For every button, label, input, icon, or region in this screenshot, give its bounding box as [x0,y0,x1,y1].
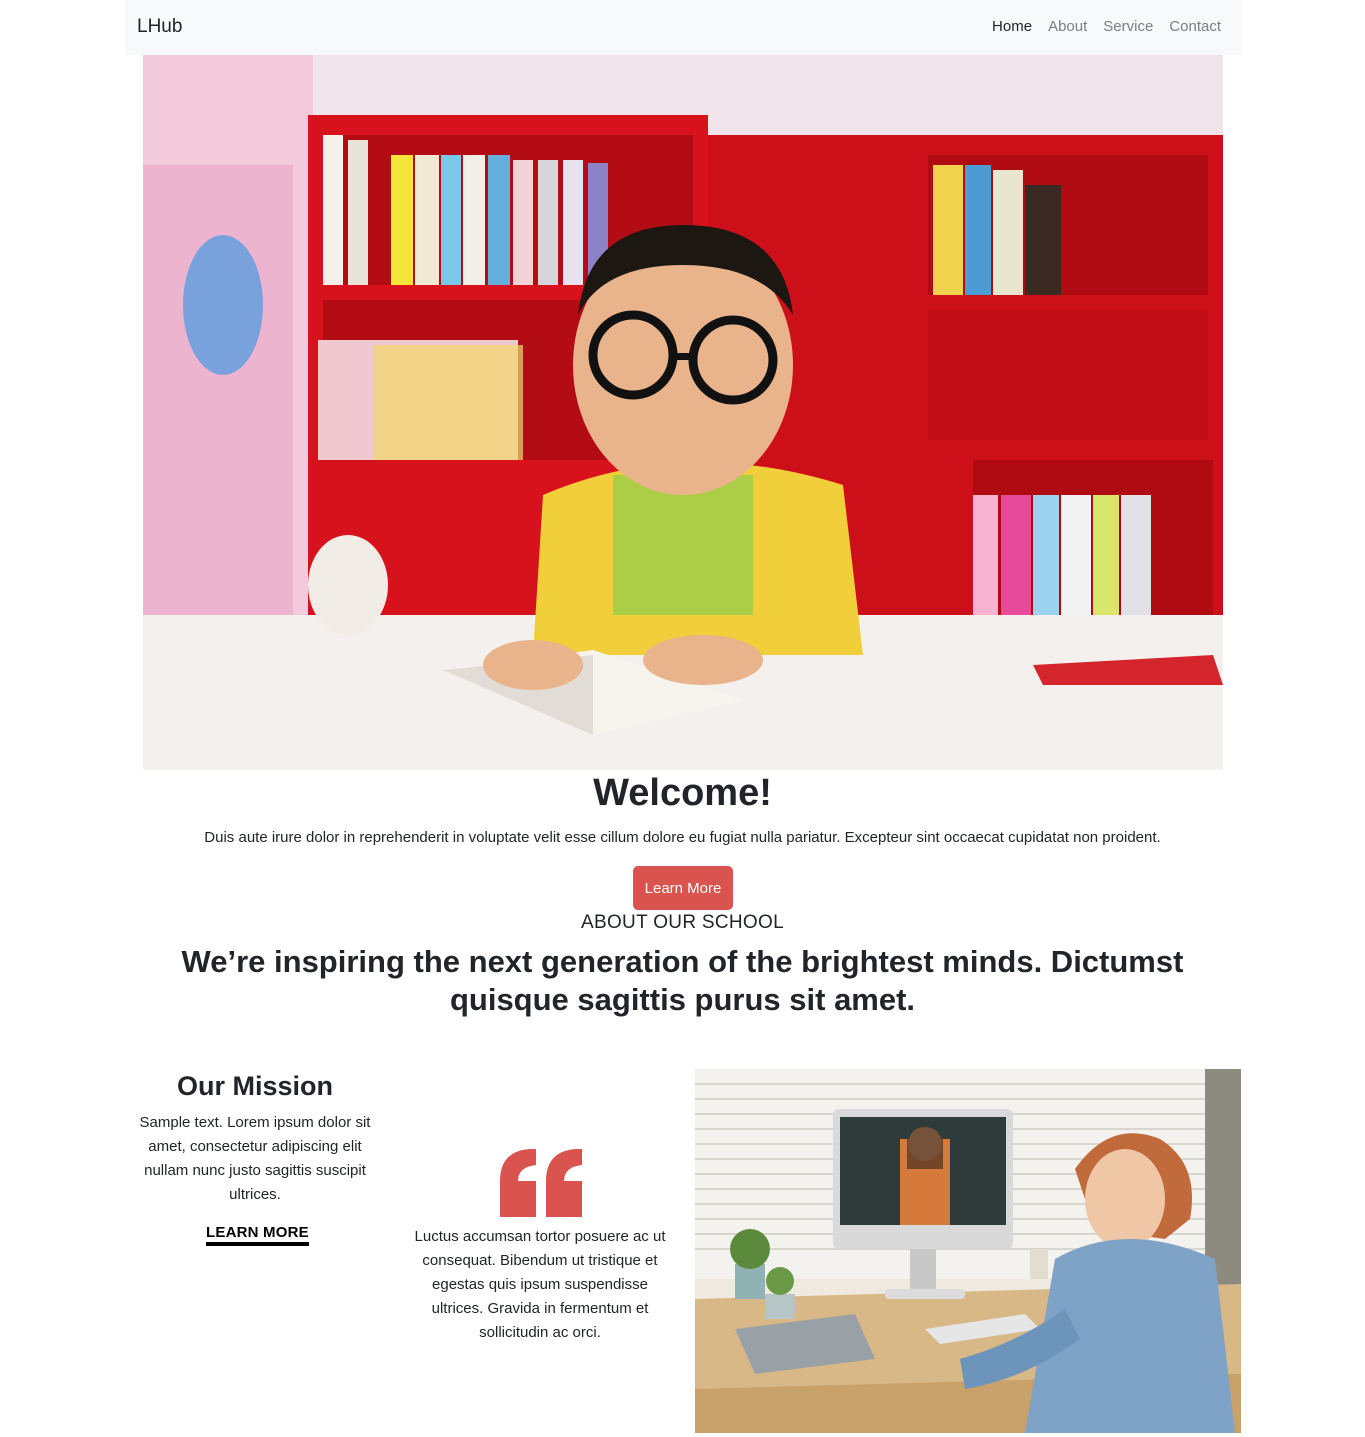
quote-icon [500,1149,582,1217]
about-heading: We’re inspiring the next generation of t… [160,943,1205,1019]
nav-about[interactable]: About [1048,18,1087,35]
about-heading-bold: generation [540,944,700,979]
about-heading-bold: brightest minds [801,944,1034,979]
mission-title: Our Mission [176,1071,333,1101]
brand-logo[interactable]: LHub [137,16,182,38]
nav-service[interactable]: Service [1103,18,1153,35]
navbar: LHub Home About Service Contact [125,0,1241,55]
about-kicker: ABOUT OUR SCHOOL [581,912,784,933]
learn-more-button[interactable]: Learn More [633,866,733,910]
hero-image [143,55,1223,770]
mission-learn-more-link[interactable]: LEARN MORE [206,1224,309,1246]
about-heading-part: We’re inspiring the next [181,944,541,979]
welcome-title: Welcome! [593,772,772,814]
about-heading-part: of the [699,944,802,979]
nav-links: Home About Service Contact [992,18,1221,35]
quote-text: Luctus accumsan tortor posuere ac ut con… [414,1228,666,1341]
welcome-text: Duis aute irure dolor in reprehenderit i… [204,829,1161,846]
mission-text: Sample text. Lorem ipsum dolor sit amet,… [139,1114,371,1203]
nav-contact[interactable]: Contact [1169,18,1221,35]
nav-home[interactable]: Home [992,18,1032,35]
online-class-image [695,1069,1241,1433]
